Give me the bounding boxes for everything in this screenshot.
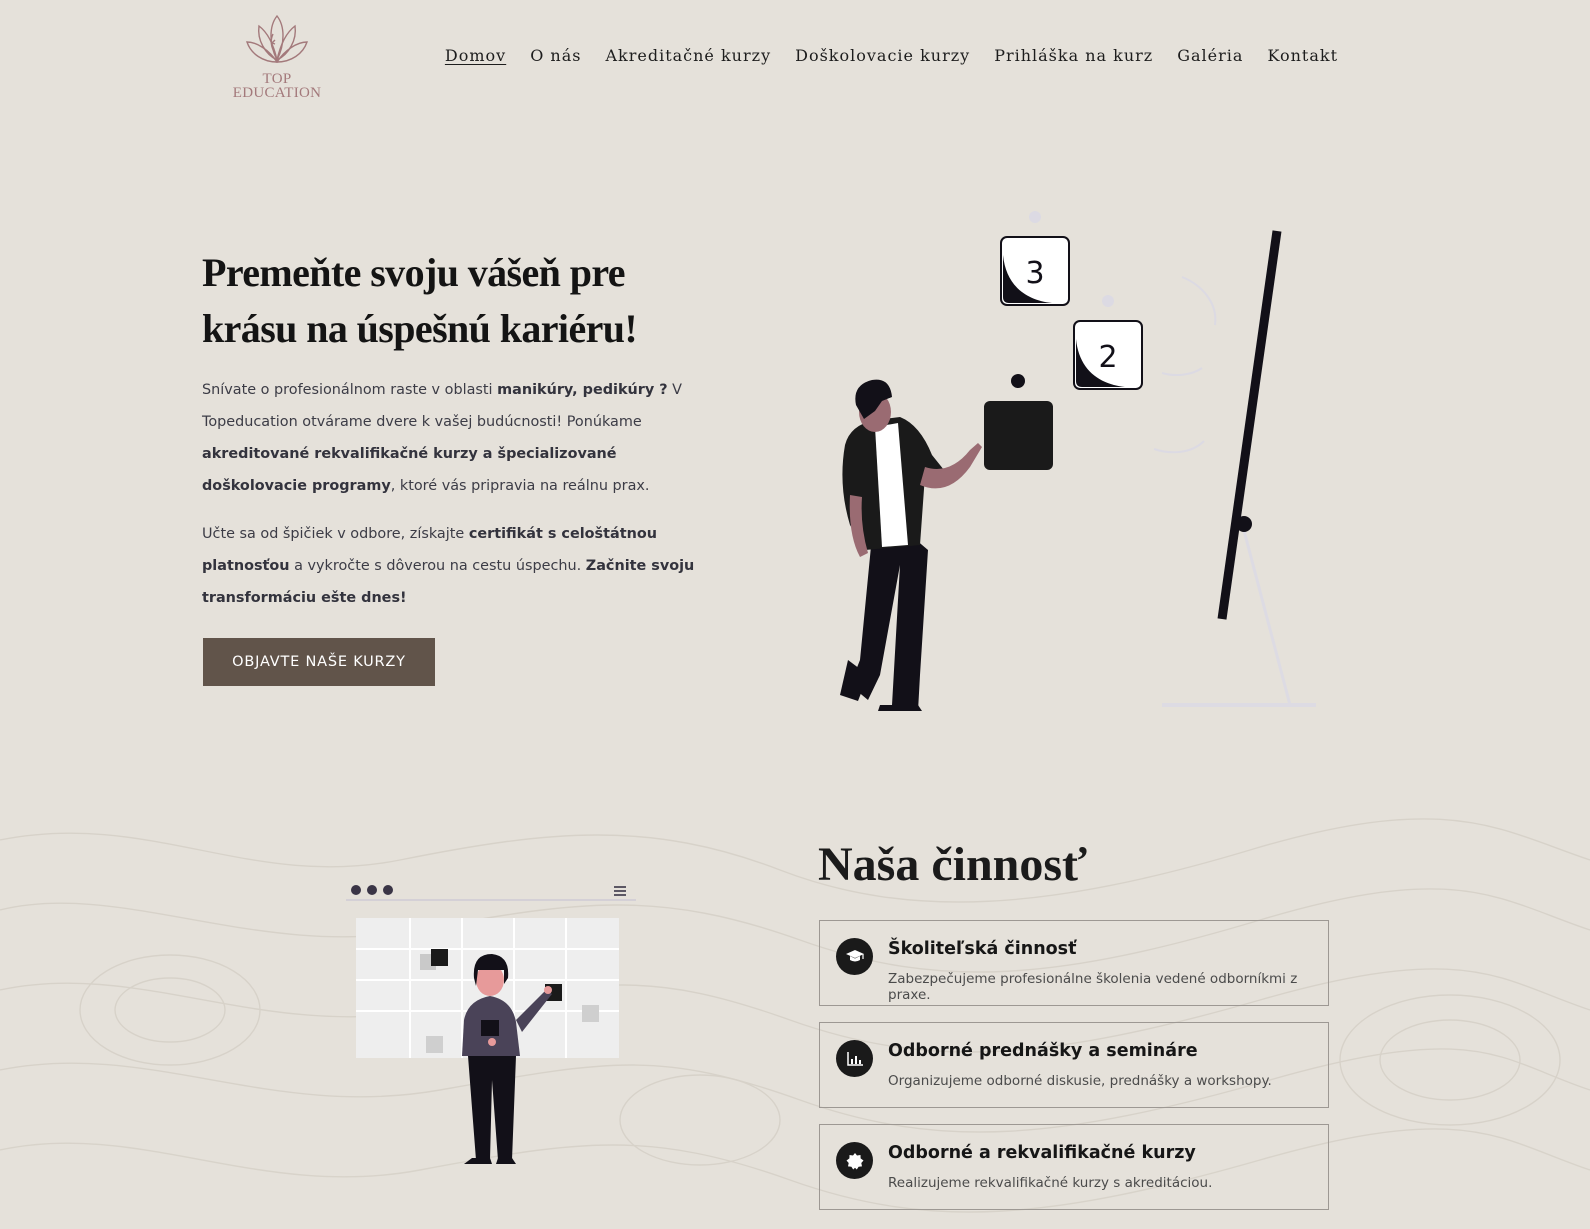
nav-training-courses[interactable]: Doškolovacie kurzy <box>795 44 970 68</box>
nav-gallery[interactable]: Galéria <box>1177 44 1243 68</box>
activity-card-courses[interactable]: Odborné a rekvalifikačné kurzy Realizuje… <box>819 1124 1329 1210</box>
text-bold: manikúry, pedikúry ? <box>497 382 668 398</box>
card-description: Zabezpečujeme profesionálne školenia ved… <box>888 971 1298 1003</box>
card-description: Organizujeme odborné diskusie, prednášky… <box>888 1073 1272 1089</box>
logo[interactable]: TOP EDUCATION <box>229 10 325 102</box>
card-title: Odborné a rekvalifikačné kurzy <box>888 1143 1196 1163</box>
hero-title: Premeňte svoju vášeň pre krásu na úspešn… <box>202 250 638 351</box>
card-title: Odborné prednášky a semináre <box>888 1041 1198 1061</box>
nav-home[interactable]: Domov <box>445 44 506 68</box>
text-segment: Učte sa od špičiek v odbore, získajte <box>202 526 469 542</box>
card-description: Realizujeme rekvalifikačné kurzy s akred… <box>888 1175 1213 1191</box>
step-2-label: 2 <box>1098 340 1117 375</box>
nav-course-application[interactable]: Prihláška na kurz <box>994 44 1153 68</box>
card-title: Školiteľská činnosť <box>888 939 1077 959</box>
chart-icon <box>836 1040 873 1077</box>
text-segment: Snívate o profesionálnom raste v oblasti <box>202 382 498 398</box>
text-segment: a vykročte s dôverou na cestu úspechu. <box>289 558 586 574</box>
logo-text-top: TOP <box>262 71 292 87</box>
text-segment: , ktoré vás pripravia na reálnu prax. <box>390 478 650 494</box>
activity-illustration <box>346 885 636 1164</box>
hero-paragraph-2: Učte sa od špičiek v odbore, získajte ce… <box>202 518 712 614</box>
topographic-background <box>0 818 1590 1213</box>
nav-about[interactable]: O nás <box>530 44 581 68</box>
nav-contact[interactable]: Kontakt <box>1267 44 1338 68</box>
badge-icon <box>836 1142 873 1179</box>
hero-paragraph-1: Snívate o profesionálnom raste v oblasti… <box>202 374 712 502</box>
person-figure <box>840 379 982 711</box>
lotus-face-icon <box>246 14 308 63</box>
explore-courses-button[interactable]: OBJAVTE NAŠE KURZY <box>203 638 435 686</box>
step-3-label: 3 <box>1025 256 1044 291</box>
activity-card-training[interactable]: Školiteľská činnosť Zabezpečujeme profes… <box>819 920 1329 1006</box>
main-nav: Domov O nás Akreditačné kurzy Doškolovac… <box>421 44 1338 68</box>
activity-title: Naša činnosť <box>818 838 1088 891</box>
logo-text-education: EDUCATION <box>232 85 322 101</box>
graduation-cap-icon <box>836 938 873 975</box>
nav-accredited-courses[interactable]: Akreditačné kurzy <box>605 44 771 68</box>
hero-illustration: 3 2 <box>840 211 1316 711</box>
activity-section <box>0 800 1590 1229</box>
activity-card-lectures[interactable]: Odborné prednášky a semináre Organizujem… <box>819 1022 1329 1108</box>
